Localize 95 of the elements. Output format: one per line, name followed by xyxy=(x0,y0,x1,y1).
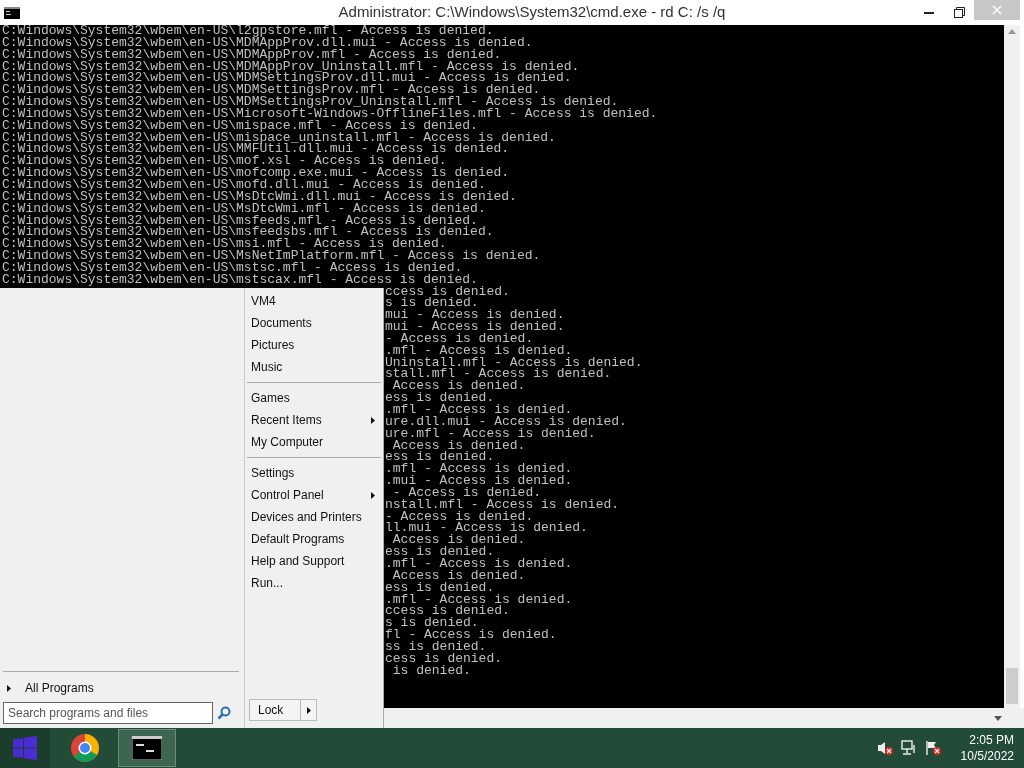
start-menu-item[interactable]: Recent Items xyxy=(245,409,383,431)
submenu-arrow-icon xyxy=(371,491,375,499)
console-line: C:Windows\System32\wbem\en-US\MMFUtil.dll.mui - Access is denied. xyxy=(2,143,510,156)
console-line: .mfl - Access is denied. xyxy=(385,463,573,476)
scrollbar-thumb[interactable] xyxy=(1006,668,1018,704)
clock-time[interactable]: 2:05 PM xyxy=(969,732,1014,748)
console-line: ess is denied. xyxy=(385,392,495,404)
console-line: - Access is denied. xyxy=(392,486,542,499)
start-menu-item[interactable]: VM4 xyxy=(245,290,383,312)
console-line: C:Windows\System32\wbem\en-US\l2gpstore.mfl - Access is denied. xyxy=(2,25,494,37)
console-line: C:Windows\System32\wbem\en-US\MDMAppProv.dll.mui - Access is denied. xyxy=(2,36,533,49)
browser-icon xyxy=(70,733,100,763)
start-menu-item[interactable]: Settings xyxy=(245,462,383,484)
console-line: C:Windows\System32\wbem\en-US\MDMSettingsProv_Uninstall.mfl - Access is denied. xyxy=(2,96,619,108)
scroll-down-icon xyxy=(994,715,1002,721)
console-line: C:Windows\System32\wbem\en-US\msfeeds.mfl - Access is denied. xyxy=(2,214,478,227)
start-menu-item[interactable]: Help and Support xyxy=(245,550,383,572)
start-menu-item[interactable]: Pictures xyxy=(245,334,383,356)
console-line: .mui - Access is denied. xyxy=(385,475,573,487)
console-line: .mfl - Access is denied. xyxy=(385,593,573,606)
console-line: C:Windows\System32\wbem\en-US\mofd.dll.mui - Access is denied. xyxy=(2,178,486,191)
console-line: C:Windows\System32\wbem\en-US\mof.xsl - Access is denied. xyxy=(2,155,447,168)
console-line: s is denied. xyxy=(385,617,479,630)
console-line: Access is denied. xyxy=(391,380,526,393)
console-line: ure.mfl - Access is denied. xyxy=(385,427,596,440)
muted-speaker-icon[interactable] xyxy=(876,740,893,756)
console-line: cess is denied. xyxy=(385,652,503,665)
start-button[interactable] xyxy=(0,728,50,768)
console-line: ess is denied. xyxy=(385,581,495,594)
console-line: Access is denied. xyxy=(391,439,526,452)
lock-button[interactable]: Lock xyxy=(250,700,300,720)
windows-logo-icon xyxy=(13,736,37,760)
start-menu-item[interactable]: Run... xyxy=(245,572,383,594)
console-line: mui - Access is denied. xyxy=(385,309,565,322)
clock-date[interactable]: 10/5/2022 xyxy=(960,748,1014,764)
console-line: C:Windows\System32\wbem\en-US\MDMAppProv_Uninstall.mfl - Access is denied. xyxy=(2,60,580,73)
search-icon[interactable] xyxy=(217,706,231,720)
search-field[interactable]: Search programs and files xyxy=(3,702,213,724)
console-line: C:Windows\System32\wbem\en-US\MDMAppProv.mfl - Access is denied. xyxy=(2,48,502,61)
console-icon xyxy=(132,736,162,760)
console-line: ess is denied. xyxy=(385,546,495,558)
start-menu-item[interactable]: Games xyxy=(245,387,383,409)
console-line: C:Windows\System32\wbem\en-US\MsDtcWmi.mfl - Access is denied. xyxy=(2,202,486,215)
console-line: is denied. xyxy=(391,664,471,677)
vertical-scrollbar[interactable] xyxy=(1004,25,1020,708)
scroll-up-icon xyxy=(1008,29,1016,34)
submenu-arrow-icon xyxy=(371,416,375,424)
flag-icon[interactable] xyxy=(924,740,941,756)
start-menu-item[interactable]: Control Panel xyxy=(245,484,383,506)
console-icon xyxy=(4,6,20,19)
console-line: C:Windows\System32\wbem\en-US\Microsoft-Windows-OfflineFiles.mfl - Access is denied. xyxy=(2,107,658,120)
console-line: s is denied. xyxy=(385,297,479,310)
taskbar-app-button[interactable] xyxy=(118,729,176,767)
start-menu-item[interactable]: Devices and Printers xyxy=(245,506,383,528)
console-line: Access is denied. xyxy=(391,534,526,547)
console-line: C:Windows\System32\wbem\en-US\mispace.mfl - Access is denied. xyxy=(2,119,478,132)
caret-icon xyxy=(306,706,311,714)
console-line: stall.mfl - Access is denied. xyxy=(385,368,612,381)
console-line: ccess is denied. xyxy=(385,285,510,298)
console-line: Uninstall.mfl - Access is denied. xyxy=(385,356,643,369)
start-menu-item[interactable]: Music xyxy=(245,356,383,378)
console-line: C:Windows\System32\wbem\en-US\msfeedsbs.mfl - Access is denied. xyxy=(2,226,494,239)
console-line: fl - Access is denied. xyxy=(385,629,557,641)
console-line: C:Windows\System32\wbem\en-US\mispace_uninstall.mfl - Access is denied. xyxy=(2,131,556,144)
console-line: C:Windows\System32\wbem\en-US\mstscax.mfl - Access is denied. xyxy=(2,273,478,286)
all-programs-button[interactable]: All Programs xyxy=(3,678,239,698)
console-line: ure.dll.mui - Access is denied. xyxy=(385,415,627,428)
minimize-icon xyxy=(924,11,934,14)
console-line: mui - Access is denied. xyxy=(385,321,565,333)
console-line: C:Windows\System32\wbem\en-US\MDMSettingsProv.dll.mui - Access is denied. xyxy=(2,72,572,85)
console-line: nstall.mfl - Access is denied. xyxy=(385,498,620,511)
expand-arrow-icon xyxy=(7,684,11,692)
start-menu-item[interactable]: My Computer xyxy=(245,431,383,453)
console-line: .mfl - Access is denied. xyxy=(385,404,573,416)
close-icon xyxy=(992,5,1002,15)
console-line: - Access is denied. xyxy=(385,510,534,523)
console-line: C:Windows\System32\wbem\en-US\MsNetImPlatform.mfl - Access is denied. xyxy=(2,250,541,262)
restore-icon xyxy=(953,7,965,18)
console-line: .mfl - Access is denied. xyxy=(385,557,573,570)
console-line: ll.mui - Access is denied. xyxy=(385,522,588,535)
start-menu-item[interactable]: Default Programs xyxy=(245,528,383,550)
start-menu-item[interactable]: Documents xyxy=(245,312,383,334)
console-line: C:Windows\System32\wbem\en-US\MDMSettingsProv.mfl - Access is denied. xyxy=(2,84,541,97)
console-line: ss is denied. xyxy=(385,640,487,653)
console-line: C:Windows\System32\wbem\en-US\msi.mfl - Access is denied. xyxy=(2,238,447,251)
console-line: C:Windows\System32\wbem\en-US\mstsc.mfl - Access is denied. xyxy=(2,261,463,274)
console-line: C:Windows\System32\wbem\en-US\MsDtcWmi.dll.mui - Access is denied. xyxy=(2,190,517,203)
console-line: - Access is denied. xyxy=(385,332,534,345)
network-icon[interactable] xyxy=(900,740,917,756)
console-line: ccess is denied. xyxy=(385,605,510,618)
console-line: .mfl - Access is denied. xyxy=(385,344,573,357)
window-title: Administrator: C:\Windows\System32\cmd.exe - rd C: /s /q xyxy=(338,2,726,23)
console-line: ess is denied. xyxy=(385,451,495,464)
console-line: C:Windows\System32\wbem\en-US\mofcomp.exe.mui - Access is denied. xyxy=(2,167,510,179)
console-line: Access is denied. xyxy=(391,569,526,582)
